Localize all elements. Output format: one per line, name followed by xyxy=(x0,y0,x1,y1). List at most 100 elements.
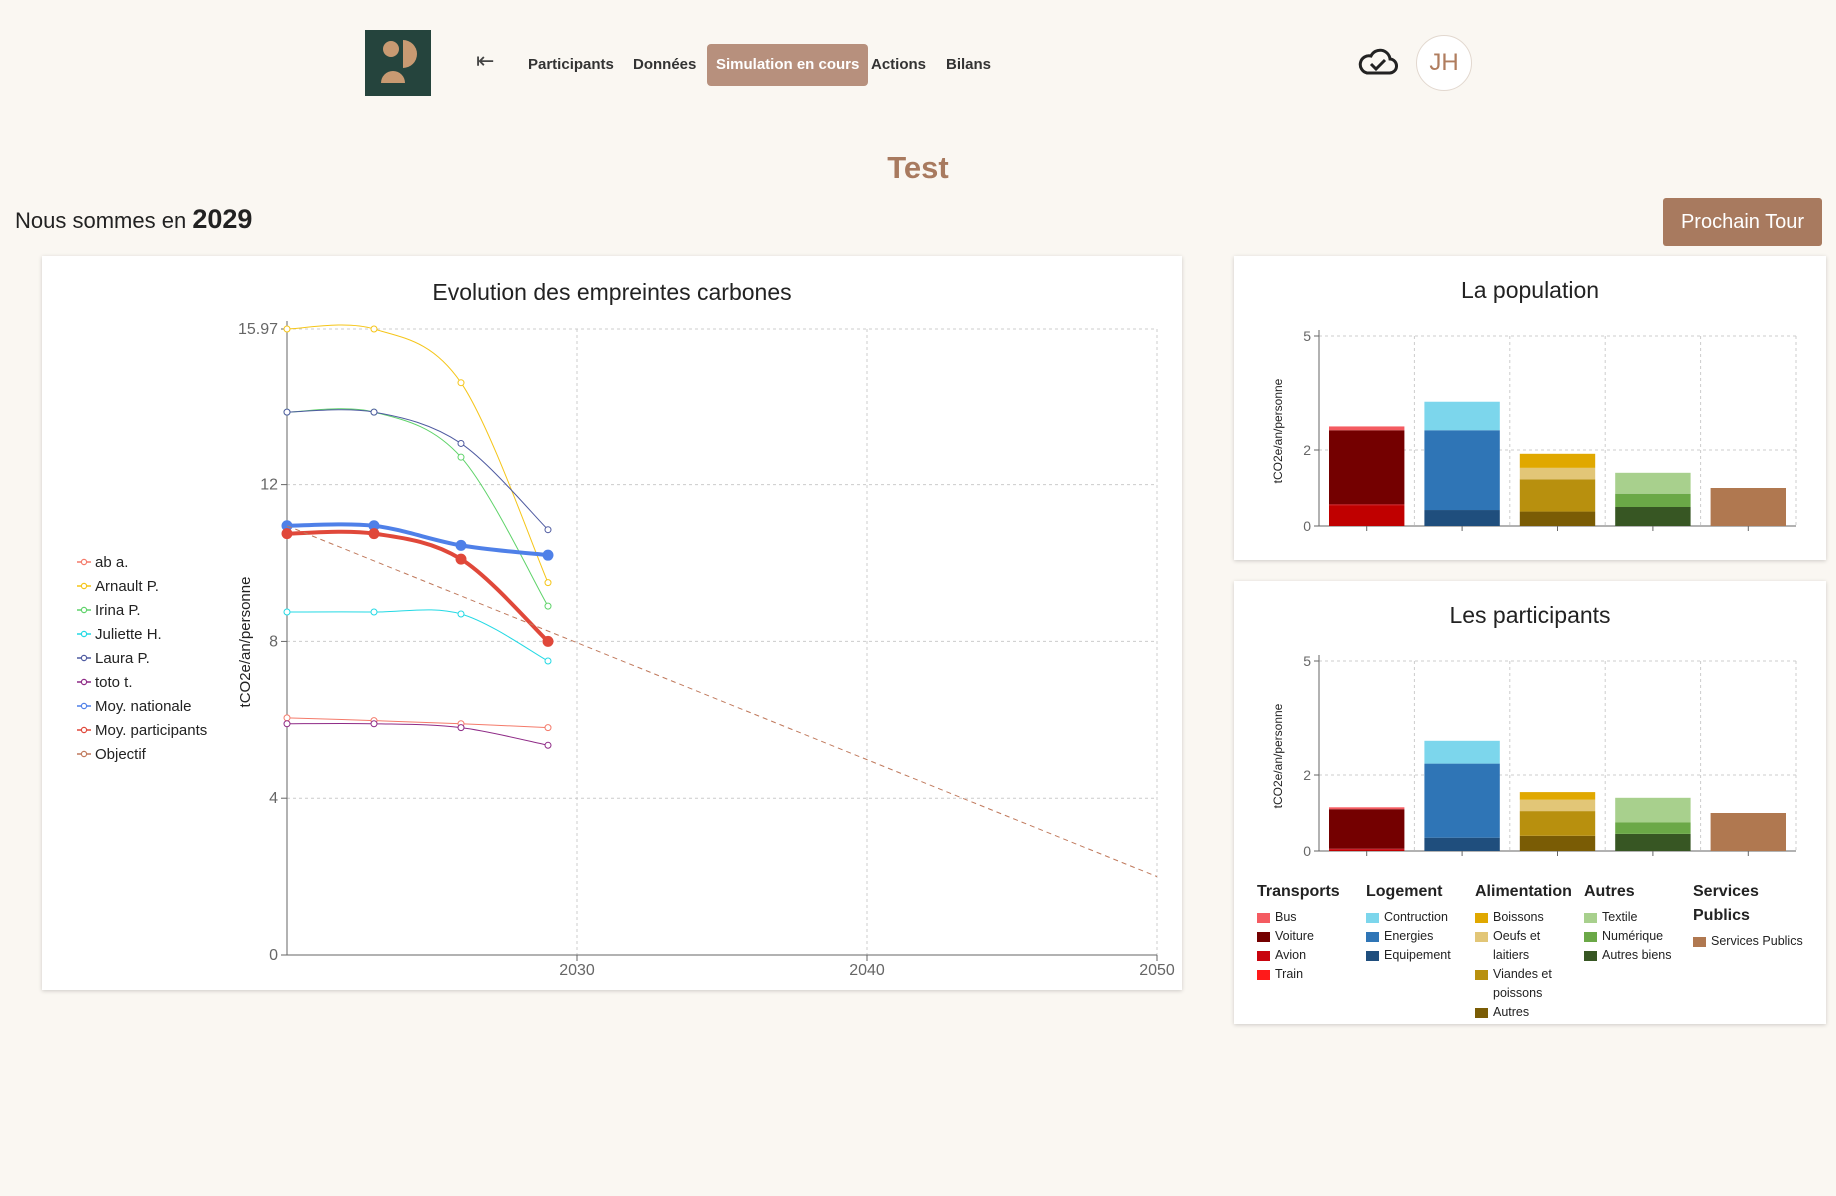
bar-logement-energies xyxy=(1424,430,1500,511)
legend-item-label: Train xyxy=(1275,967,1304,981)
legend-item-label: Numérique xyxy=(1602,929,1664,943)
legend-swatch xyxy=(1366,951,1379,961)
y-tick-label: 5 xyxy=(1303,653,1311,669)
series-point-arnault-p xyxy=(283,325,291,333)
user-avatar[interactable]: JH xyxy=(1416,35,1472,91)
legend-swatch xyxy=(1257,970,1270,980)
legend-label-irina-p: Irina P. xyxy=(95,602,141,619)
series-point-toto-t xyxy=(283,720,291,728)
legend-item-energies: Energies xyxy=(1366,927,1471,946)
bar-transports-avion xyxy=(1329,504,1405,506)
line-chart-title: Evolution des empreintes carbones xyxy=(432,279,791,305)
bar-logement-energies xyxy=(1424,763,1500,838)
series-line-ab-a xyxy=(286,717,549,729)
legend-group-logement: Logement Contruction Energies Equipement xyxy=(1366,880,1471,965)
series-line-juliette-h xyxy=(286,609,549,662)
legend-item-label: Textile xyxy=(1602,910,1638,924)
y-axis-label: tCO2e/an/personne xyxy=(1271,378,1285,483)
legend-group-title: Logement xyxy=(1366,883,1443,900)
series-point-moy-participants xyxy=(542,635,554,647)
legend-swatch xyxy=(1584,951,1597,961)
series-point-laura-p xyxy=(544,526,552,534)
nav-participants[interactable]: Participants xyxy=(528,44,614,86)
y-axis-label: tCO2e/an/personne xyxy=(237,577,254,708)
legend-swatch xyxy=(1475,970,1488,980)
footprint-evolution-chart: Evolution des empreintes carbones 0 4 8 12 15… xyxy=(77,279,1175,979)
bar-alimentation-viandes-et-poissons xyxy=(1519,479,1596,512)
legend-group-title: Transports xyxy=(1257,883,1340,900)
y-tick-label: 0 xyxy=(1303,843,1311,859)
series-point-juliette-h xyxy=(370,608,378,616)
legend-item-contruction: Contruction xyxy=(1366,908,1471,927)
series-point-irina-p xyxy=(544,602,552,610)
series-line-arnault-p xyxy=(286,324,549,583)
population-bar-chart: La population 0 2 5 tCO2e/an/personne xyxy=(1271,277,1797,534)
legend-swatch xyxy=(1475,913,1488,923)
nav-bilans[interactable]: Bilans xyxy=(946,44,991,86)
legend-label-laura-p: Laura P. xyxy=(95,650,150,667)
series-point-moy-participants xyxy=(281,528,293,540)
series-point-laura-p xyxy=(283,408,291,416)
series-line-irina-p xyxy=(286,408,549,607)
series-line-toto-t xyxy=(286,722,549,746)
series-point-toto-t xyxy=(370,720,378,728)
bar-transports-avion xyxy=(1329,848,1405,850)
legend-item-services-publics: Services Publics xyxy=(1693,932,1808,951)
y-tick-label: 0 xyxy=(1303,518,1311,534)
nav-simulation-en-cours[interactable]: Simulation en cours xyxy=(707,44,869,86)
series-point-irina-p xyxy=(457,453,465,461)
footprint-evolution-card: Evolution des empreintes carbones 0 4 8 12 15… xyxy=(42,256,1182,990)
app-logo[interactable] xyxy=(365,30,431,96)
page-title: Test xyxy=(887,150,949,185)
legend-item-avion: Avion xyxy=(1257,946,1362,965)
legend-swatch xyxy=(1366,932,1379,942)
series-point-moy-nationale xyxy=(455,539,467,551)
bar-alimentation-boissons xyxy=(1519,453,1596,468)
legend-marker-arnault-p xyxy=(80,582,88,590)
next-round-button[interactable]: Prochain Tour xyxy=(1663,198,1822,246)
legend-marker-moy-nationale xyxy=(80,702,88,710)
legend-item-textile: Textile xyxy=(1584,908,1684,927)
bar-autres-numerique xyxy=(1615,822,1691,834)
legend-item-label: Autres xyxy=(1493,1005,1530,1019)
legend-swatch xyxy=(1257,932,1270,942)
legend-group-transports: Transports Bus Voiture Avion Train xyxy=(1257,880,1362,984)
series-point-laura-p xyxy=(370,408,378,416)
bar-logement-contruction xyxy=(1424,740,1500,764)
logo-mark-icon xyxy=(381,40,417,83)
legend-swatch xyxy=(1584,913,1597,923)
legend-item-label: Boissons xyxy=(1493,910,1544,924)
legend-marker-ab-a xyxy=(80,558,88,566)
legend-label-juliette-h: Juliette H. xyxy=(95,626,162,643)
legend-marker-toto-t xyxy=(80,678,88,686)
bar-alimentation-boissons xyxy=(1519,792,1596,800)
legend-group-title: Services Publics xyxy=(1693,883,1759,924)
series-line-objectif xyxy=(286,525,1158,878)
legend-item-autres-biens: Autres biens xyxy=(1584,946,1684,965)
legend-marker-laura-p xyxy=(80,654,88,662)
nav-donnees[interactable]: Données xyxy=(633,44,696,86)
series-point-moy-participants xyxy=(368,528,380,540)
bar-logement-equipement xyxy=(1424,510,1500,526)
legend-item-label: Autres biens xyxy=(1602,948,1672,962)
legend-item-bus: Bus xyxy=(1257,908,1362,927)
series-point-moy-nationale xyxy=(542,549,554,561)
nav-actions[interactable]: Actions xyxy=(871,44,926,86)
series-point-toto-t xyxy=(544,741,552,749)
y-tick-label: 15.97 xyxy=(238,321,278,338)
legend-marker-moy-participants xyxy=(80,726,88,734)
legend-label-toto-t: toto t. xyxy=(95,674,133,691)
bar-transports-train xyxy=(1329,849,1405,851)
year-prefix: Nous sommes en xyxy=(15,208,187,233)
bar-transports-voiture xyxy=(1329,430,1405,505)
x-tick-label: 2050 xyxy=(1139,962,1175,979)
series-line-laura-p xyxy=(286,409,549,531)
series-point-moy-participants xyxy=(455,553,467,565)
bar-alimentation-oeufs-et-laitiers xyxy=(1519,799,1596,812)
legend-item-voiture: Voiture xyxy=(1257,927,1362,946)
legend-swatch xyxy=(1475,1008,1488,1018)
legend-group-title: Alimentation xyxy=(1475,883,1572,900)
legend-item-label: Oeufs et laitiers xyxy=(1493,929,1541,962)
collapse-back-icon[interactable]: ⇤ xyxy=(476,48,494,74)
y-tick-label: 8 xyxy=(269,633,278,650)
